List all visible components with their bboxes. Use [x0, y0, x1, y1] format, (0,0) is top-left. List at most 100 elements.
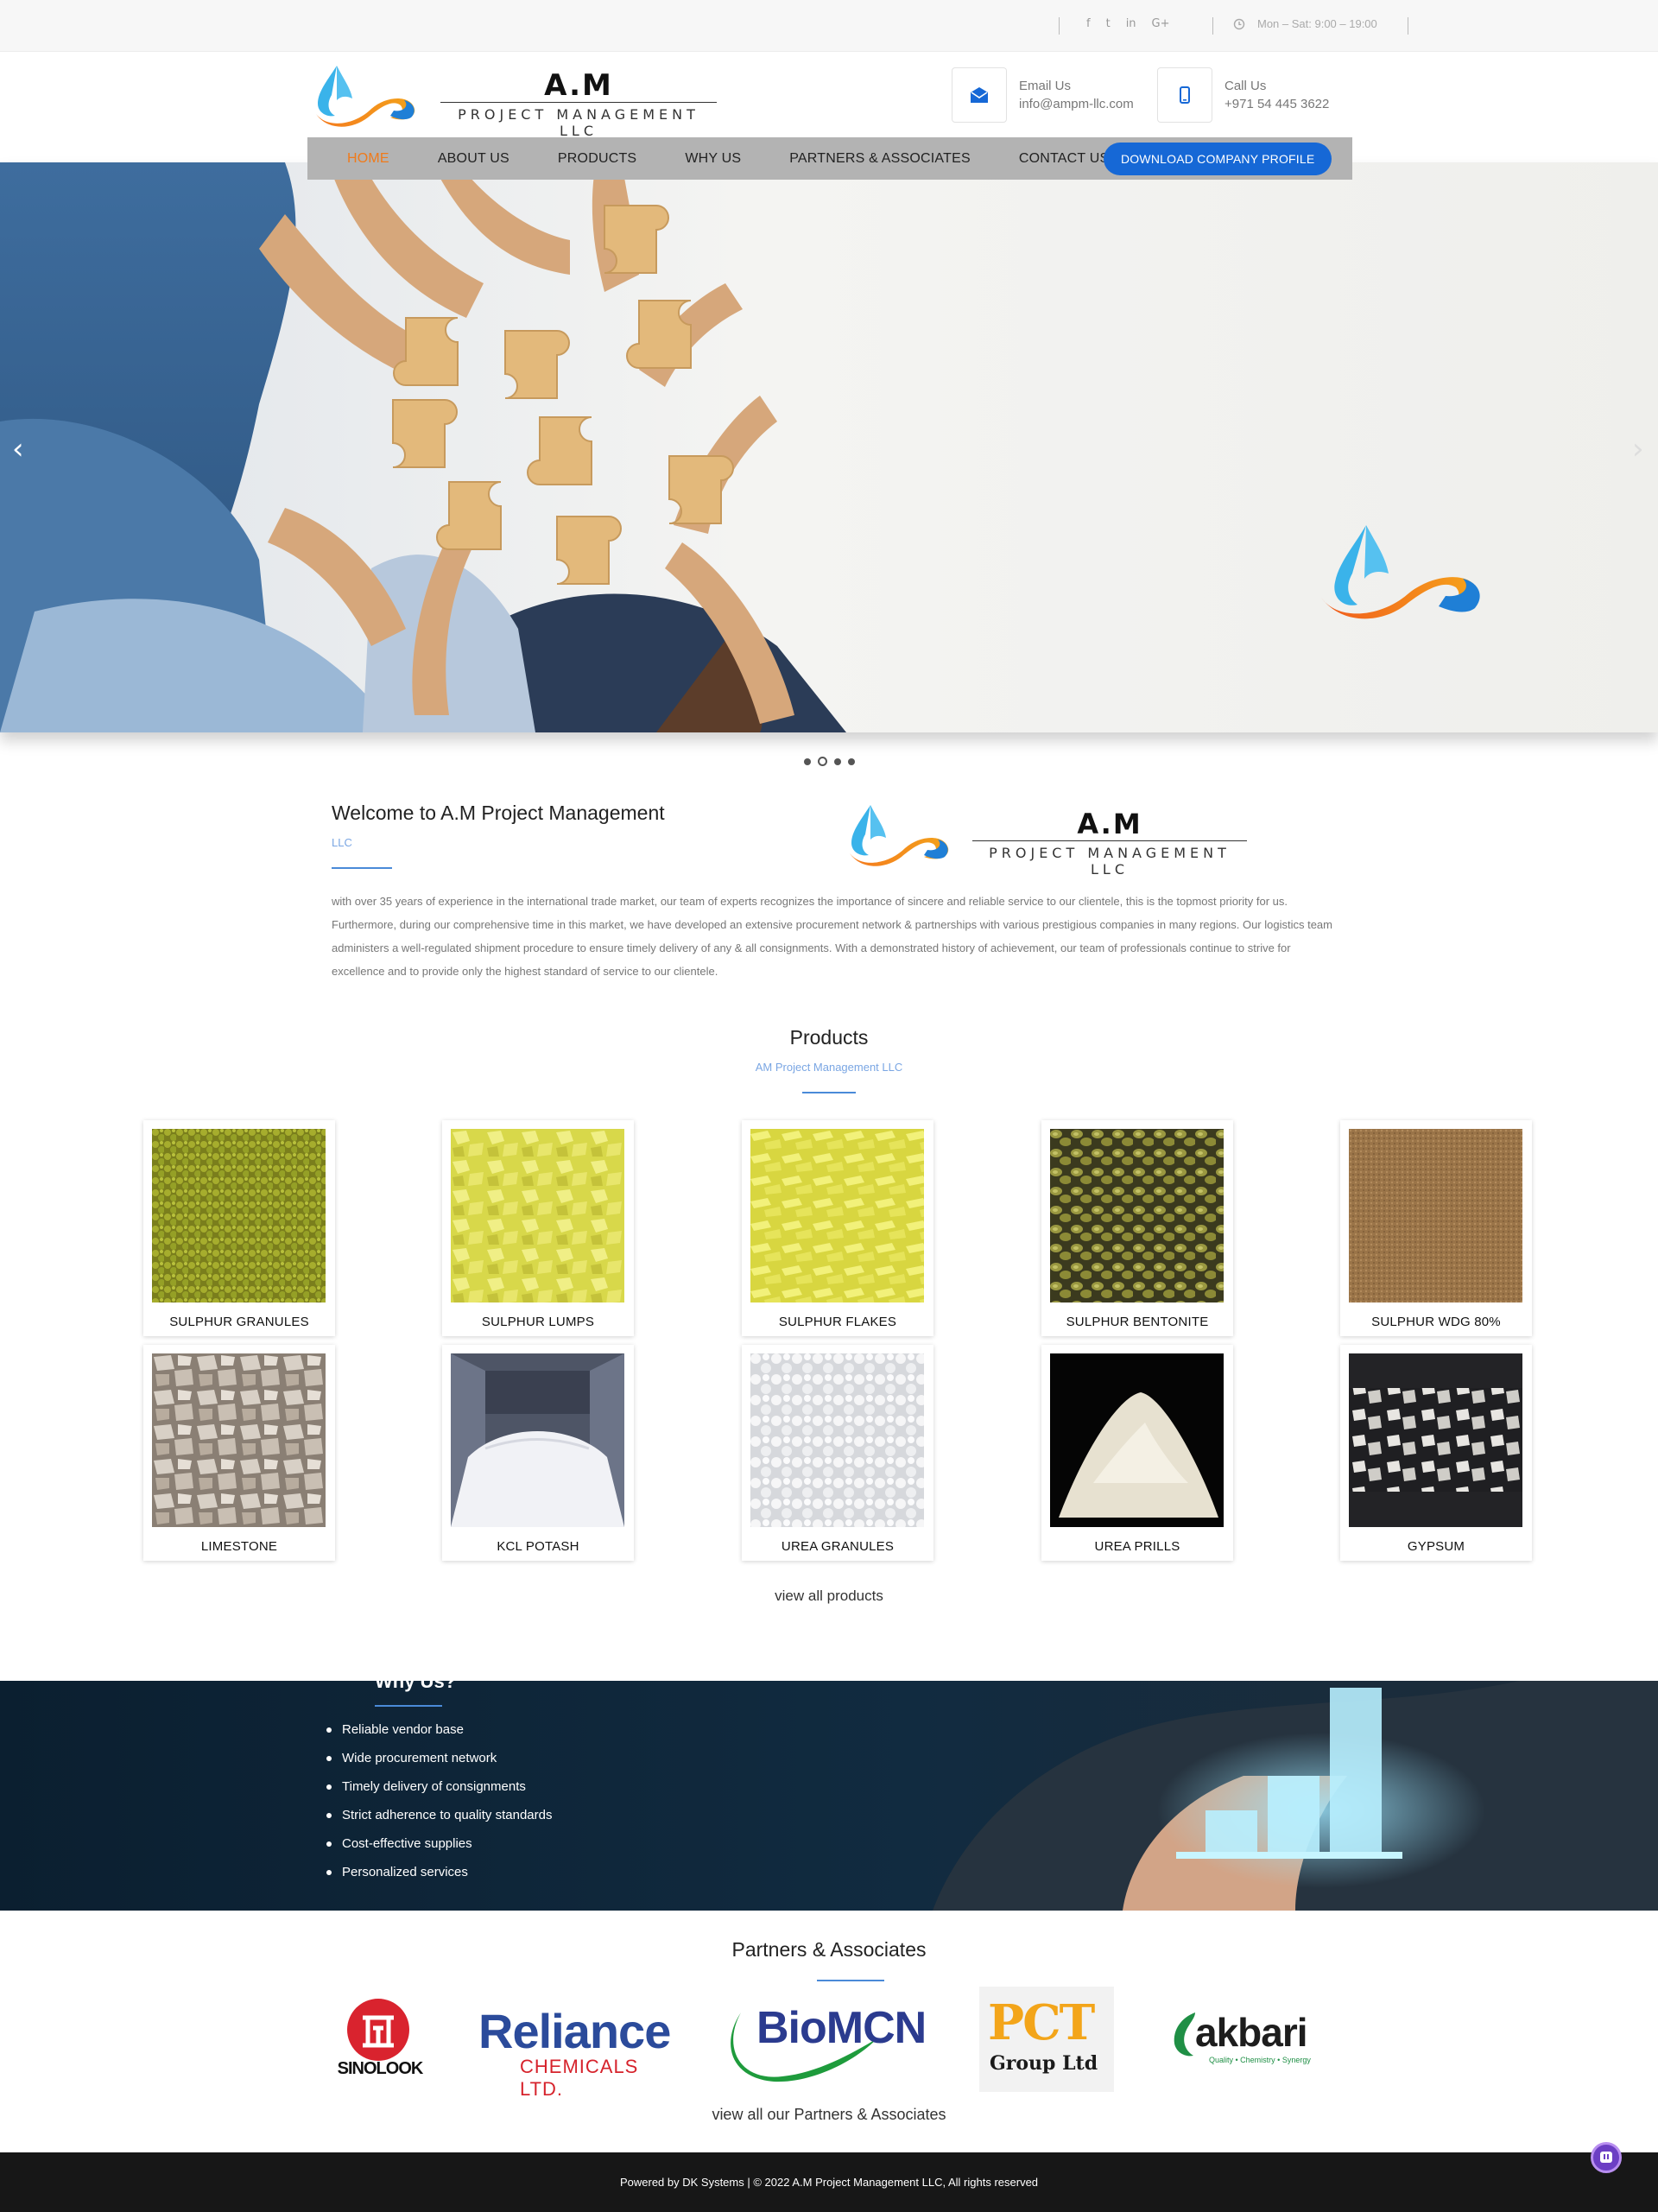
- envelope-icon: [971, 87, 988, 103]
- product-card-urea-granules[interactable]: UREA GRANULES: [742, 1345, 933, 1561]
- divider: [1212, 17, 1213, 35]
- product-label: SULPHUR BENTONITE: [1066, 1315, 1209, 1329]
- reliance-subtext: CHEMICALS LTD.: [520, 2056, 639, 2100]
- nav-about-us[interactable]: ABOUT US: [438, 151, 509, 167]
- partners-title: Partners & Associates: [731, 1938, 927, 1961]
- pct-text: PCT: [988, 1994, 1095, 2051]
- product-label: KCL POTASH: [497, 1539, 579, 1554]
- product-card-sulphur-lumps[interactable]: SULPHUR LUMPS: [442, 1120, 634, 1336]
- hours-text: Mon – Sat: 9:00 – 19:00: [1257, 17, 1377, 30]
- nav-partners[interactable]: PARTNERS & ASSOCIATES: [789, 151, 971, 167]
- phone-number[interactable]: +971 54 445 3622: [1225, 95, 1329, 113]
- akbari-text: akbari: [1195, 2010, 1308, 2055]
- logo-rule: [972, 840, 1247, 841]
- footer-text: Powered by DK Systems | © 2022 A.M Proje…: [619, 2176, 1039, 2189]
- email-icon-box: [952, 67, 1007, 123]
- nav-home[interactable]: HOME: [347, 151, 389, 167]
- logo-subtitle: PROJECT MANAGEMENT LLC: [989, 845, 1231, 878]
- slider-dot-active[interactable]: [818, 757, 827, 766]
- sinolook-text: SINOLOOK: [337, 2059, 424, 2078]
- why-us-item: Reliable vendor base: [325, 1721, 552, 1749]
- partner-logo-biomcn[interactable]: BioMCN: [722, 1987, 929, 2092]
- slider-prev-arrow[interactable]: ‹: [12, 432, 24, 466]
- email-contact[interactable]: Email Us info@ampm-llc.com: [952, 67, 1134, 123]
- facebook-icon[interactable]: f: [1086, 17, 1091, 30]
- product-label: UREA GRANULES: [781, 1539, 895, 1554]
- akbari-tagline: Quality • Chemistry • Synergy: [1209, 2056, 1311, 2064]
- social-links: f t in G+: [1086, 17, 1170, 30]
- mobile-phone-icon: [1180, 86, 1190, 104]
- product-image: [451, 1353, 624, 1527]
- partner-logo-sinolook[interactable]: SINOLOOK: [328, 1987, 432, 2092]
- product-label: LIMESTONE: [200, 1539, 278, 1554]
- product-card-urea-prills[interactable]: UREA PRILLS: [1041, 1345, 1233, 1561]
- why-us-item: Personalized services: [325, 1863, 552, 1892]
- top-bar: f t in G+ Mon – Sat: 9:00 – 19:00: [0, 0, 1658, 52]
- why-us-item: Timely delivery of consignments: [325, 1778, 552, 1806]
- product-card-kcl-potash[interactable]: KCL POTASH: [442, 1345, 634, 1561]
- partner-logo-akbari[interactable]: akbari Quality • Chemistry • Synergy: [1168, 1987, 1326, 2092]
- slider-dot[interactable]: [848, 757, 855, 765]
- products-subtitle: AM Project Management LLC: [755, 1061, 903, 1074]
- slider-next-arrow[interactable]: ›: [1632, 432, 1644, 466]
- pct-subtext: Group Ltd: [990, 2052, 1098, 2075]
- product-image: [451, 1129, 624, 1302]
- divider: [1059, 17, 1060, 35]
- why-us-item: Strict adherence to quality standards: [325, 1806, 552, 1835]
- welcome-subtitle: LLC: [332, 836, 352, 849]
- welcome-title: Welcome to A.M Project Management: [332, 802, 665, 824]
- phone-icon-box: [1157, 67, 1212, 123]
- product-card-sulphur-bentonite[interactable]: SULPHUR BENTONITE: [1041, 1120, 1233, 1336]
- chat-widget-button[interactable]: [1591, 2142, 1622, 2173]
- product-image: [750, 1353, 924, 1527]
- google-plus-icon[interactable]: G+: [1152, 17, 1170, 30]
- nav-products[interactable]: PRODUCTS: [558, 151, 636, 167]
- why-us-section: Why Us? Reliable vendor base Wide procur…: [0, 1681, 1658, 1911]
- clock-icon: [1233, 18, 1245, 29]
- twitter-icon[interactable]: t: [1106, 17, 1111, 30]
- logo-title: A.M: [544, 68, 613, 103]
- product-card-sulphur-wdg[interactable]: SULPHUR WDG 80%: [1340, 1120, 1532, 1336]
- product-card-sulphur-granules[interactable]: SULPHUR GRANULES: [143, 1120, 335, 1336]
- logo-mark-icon: [850, 805, 949, 866]
- welcome-body: with over 35 years of experience in the …: [332, 895, 1332, 978]
- nav-why-us[interactable]: WHY US: [685, 151, 741, 167]
- product-image: [1349, 1353, 1522, 1527]
- product-card-limestone[interactable]: LIMESTONE: [143, 1345, 335, 1561]
- product-image: [1050, 1129, 1224, 1302]
- product-image: [750, 1129, 924, 1302]
- chat-icon: [1600, 2152, 1612, 2163]
- welcome-underline: [332, 867, 392, 869]
- products-underline: [802, 1092, 856, 1093]
- reliance-text: Reliance: [478, 2004, 671, 2058]
- slider-dot[interactable]: [834, 757, 841, 765]
- logo-title: A.M: [1077, 808, 1142, 840]
- product-card-sulphur-flakes[interactable]: SULPHUR FLAKES: [742, 1120, 933, 1336]
- product-image: [152, 1353, 326, 1527]
- main-nav: HOME ABOUT US PRODUCTS WHY US PARTNERS &…: [307, 137, 1352, 180]
- phone-contact[interactable]: Call Us +971 54 445 3622: [1157, 67, 1329, 123]
- product-label: UREA PRILLS: [1094, 1539, 1180, 1554]
- download-profile-button[interactable]: DOWNLOAD COMPANY PROFILE: [1104, 143, 1332, 175]
- email-address[interactable]: info@ampm-llc.com: [1019, 95, 1134, 113]
- slider-dot[interactable]: [804, 757, 811, 765]
- call-label: Call Us: [1225, 79, 1267, 93]
- hero-slider[interactable]: ‹ ›: [0, 162, 1658, 732]
- product-image: [1349, 1129, 1522, 1302]
- product-card-gypsum[interactable]: GYPSUM: [1340, 1345, 1532, 1561]
- footer: Powered by DK Systems | © 2022 A.M Proje…: [0, 2152, 1658, 2212]
- nav-contact-us[interactable]: CONTACT US: [1019, 151, 1110, 167]
- biomcn-text: BioMCN: [756, 2003, 927, 2053]
- view-all-partners-link[interactable]: view all our Partners & Associates: [0, 2106, 1658, 2124]
- why-us-underline: [375, 1705, 442, 1707]
- product-label: SULPHUR WDG 80%: [1371, 1315, 1501, 1329]
- linkedin-icon[interactable]: in: [1126, 17, 1136, 30]
- view-all-products-link[interactable]: view all products: [0, 1588, 1658, 1605]
- product-label: SULPHUR GRANULES: [169, 1315, 309, 1329]
- partner-logo-reliance[interactable]: Reliance CHEMICALS LTD.: [473, 1987, 680, 2101]
- site-logo[interactable]: A.M PROJECT MANAGEMENT LLC: [311, 57, 717, 139]
- welcome-logo: A.M PROJECT MANAGEMENT LLC: [845, 798, 1250, 878]
- product-label: SULPHUR LUMPS: [481, 1315, 595, 1329]
- partner-logo-pct[interactable]: PCT Group Ltd: [979, 1987, 1114, 2092]
- logo-mark-icon: [316, 66, 415, 127]
